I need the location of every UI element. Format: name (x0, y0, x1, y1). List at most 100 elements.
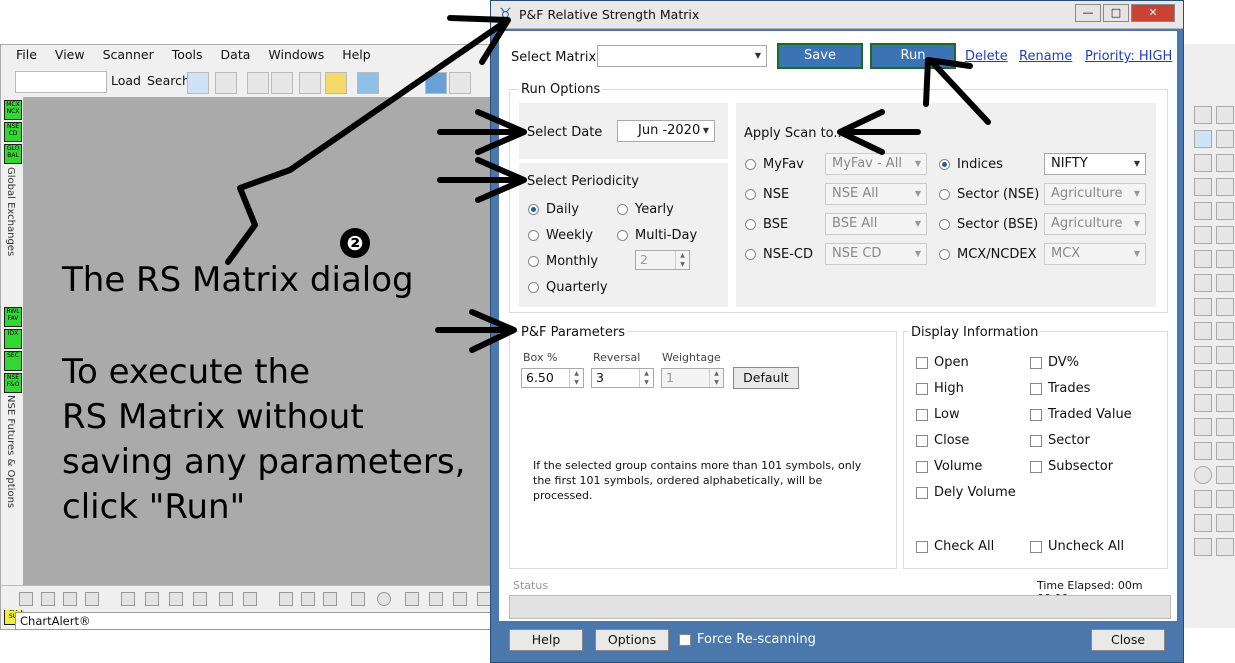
exchange-button-global[interactable]: GLO BAL (4, 144, 22, 164)
spinner-arrows-icon[interactable]: ▲ ▼ (709, 369, 723, 387)
tool-icon[interactable] (429, 592, 443, 606)
rename-link[interactable]: Rename (1019, 49, 1072, 64)
checkbox-subsector[interactable] (1030, 461, 1042, 473)
radio-yearly[interactable] (617, 204, 628, 215)
checkbox-dv[interactable] (1030, 357, 1042, 369)
rectangle-icon[interactable] (1194, 442, 1212, 460)
on-toggle-icon[interactable] (1216, 538, 1234, 556)
exchange-button-nsecd[interactable]: NSE CD (4, 122, 22, 142)
sector-nse-dropdown[interactable]: Agriculture ▼ (1044, 183, 1146, 205)
tool-icon[interactable] (243, 592, 257, 606)
tool-icon[interactable] (19, 592, 33, 606)
print-icon[interactable] (247, 72, 269, 94)
arrow-icon[interactable] (1216, 370, 1234, 388)
tool-icon[interactable] (279, 592, 293, 606)
checkbox-traded-value[interactable] (1030, 409, 1042, 421)
grid-icon[interactable] (1216, 154, 1234, 172)
tool-icon[interactable] (121, 592, 135, 606)
radio-sector-nse[interactable] (939, 189, 950, 200)
tool-icon[interactable] (145, 592, 159, 606)
date-picker[interactable]: Jun -2020 ▼ (617, 120, 715, 142)
radio-multiday[interactable] (617, 230, 628, 241)
spinner-arrows-icon[interactable]: ▲ ▼ (675, 251, 689, 269)
radio-daily[interactable] (528, 204, 539, 215)
default-button[interactable]: Default (733, 367, 799, 389)
triangle-icon[interactable] (1194, 490, 1212, 508)
sector-bse-dropdown[interactable]: Agriculture ▼ (1044, 213, 1146, 235)
line-icon[interactable] (1194, 202, 1212, 220)
tool-icon[interactable] (323, 592, 337, 606)
exchange-button-sec[interactable]: SEC (4, 351, 22, 371)
menu-file[interactable]: File (16, 47, 37, 62)
mcx-dropdown[interactable]: MCX ▼ (1044, 243, 1146, 265)
cycle-icon[interactable] (1194, 538, 1212, 556)
checkbox-uncheck-all[interactable] (1030, 541, 1042, 553)
symbol-input[interactable] (15, 71, 107, 93)
checkbox-low[interactable] (916, 409, 928, 421)
tool-icon[interactable] (351, 592, 365, 606)
arrow-icon[interactable] (1216, 418, 1234, 436)
checkbox-force-rescan[interactable] (679, 634, 691, 646)
crosshair-icon[interactable] (1194, 106, 1212, 124)
tool-icon[interactable] (85, 592, 99, 606)
checkbox-volume[interactable] (916, 461, 928, 473)
hand-icon[interactable] (1216, 514, 1234, 532)
checkbox-sector[interactable] (1030, 435, 1042, 447)
delete-link[interactable]: Delete (965, 49, 1008, 64)
help-button[interactable]: Help (509, 629, 583, 651)
arrow-icon[interactable] (1216, 466, 1234, 484)
grid-icon[interactable] (1216, 298, 1234, 316)
radio-monthly[interactable] (528, 256, 539, 267)
menu-scanner[interactable]: Scanner (103, 47, 154, 62)
radio-nse[interactable] (745, 189, 756, 200)
grid-icon[interactable] (1216, 346, 1234, 364)
tool-icon[interactable] (477, 592, 491, 606)
grid-icon[interactable] (1216, 226, 1234, 244)
priority-link[interactable]: Priority: HIGH (1085, 49, 1172, 64)
fan-icon[interactable] (1216, 250, 1234, 268)
nsecd-dropdown[interactable]: NSE CD ▼ (825, 243, 927, 265)
fan-icon[interactable] (1216, 130, 1234, 148)
pointer-icon[interactable] (1194, 130, 1212, 148)
menu-tools[interactable]: Tools (172, 47, 203, 62)
cross-icon[interactable] (1216, 274, 1234, 292)
checkbox-close[interactable] (916, 435, 928, 447)
options-button[interactable]: Options (595, 629, 669, 651)
tool-icon[interactable] (63, 592, 77, 606)
tool-icon[interactable] (453, 592, 467, 606)
tool-icon[interactable] (377, 592, 391, 606)
cross-icon[interactable] (1194, 274, 1212, 292)
menu-windows[interactable]: Windows (268, 47, 324, 62)
arrow-icon[interactable] (1216, 394, 1234, 412)
radio-mcx[interactable] (939, 249, 950, 260)
exchange-button-fno[interactable]: NSE F&O (4, 373, 22, 393)
line-icon[interactable] (1194, 298, 1212, 316)
radio-nsecd[interactable] (745, 249, 756, 260)
arrow-icon[interactable] (1216, 490, 1234, 508)
radio-weekly[interactable] (528, 230, 539, 241)
line-icon[interactable] (1194, 250, 1212, 268)
text-icon[interactable] (1194, 418, 1212, 436)
radio-quarterly[interactable] (528, 282, 539, 293)
arrow-icon[interactable] (1216, 442, 1234, 460)
checkbox-open[interactable] (916, 357, 928, 369)
dm-icon[interactable] (299, 72, 321, 94)
arrow-icon[interactable] (1194, 322, 1212, 340)
radio-sector-bse[interactable] (939, 219, 950, 230)
tool-icon[interactable] (219, 592, 233, 606)
ellipse-icon[interactable] (1194, 466, 1212, 484)
globe-icon[interactable] (425, 72, 447, 94)
grid-icon[interactable] (1216, 322, 1234, 340)
weightage-stepper[interactable]: 1 ▲ ▼ (661, 368, 724, 388)
tool-icon[interactable] (301, 592, 315, 606)
checkbox-high[interactable] (916, 383, 928, 395)
box-percent-stepper[interactable]: 6.50 ▲ ▼ (521, 368, 584, 388)
radio-myfav[interactable] (745, 159, 756, 170)
radio-indices[interactable] (939, 159, 950, 170)
line-icon[interactable] (1194, 226, 1212, 244)
run-button[interactable]: Run (870, 43, 956, 69)
exchange-button-mcx[interactable]: MCX NCX (4, 100, 22, 120)
bars-icon[interactable] (1216, 106, 1234, 124)
exchange-button-idx[interactable]: IDX (4, 329, 22, 349)
fib-icon[interactable] (1216, 202, 1234, 220)
